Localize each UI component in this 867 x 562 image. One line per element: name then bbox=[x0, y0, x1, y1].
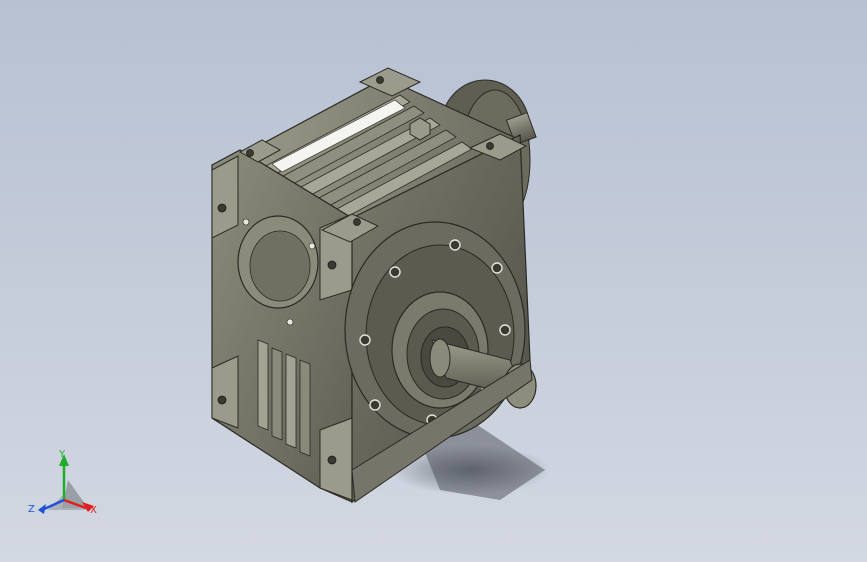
side-round-flange-inner bbox=[249, 230, 311, 302]
z-axis-arrow bbox=[38, 504, 46, 514]
triad-z-label: Z bbox=[28, 504, 35, 515]
graphics-viewport[interactable]: Y Z X bbox=[0, 0, 867, 562]
gear-reducer-model[interactable] bbox=[0, 0, 867, 562]
shaft-body-start bbox=[429, 338, 451, 378]
triad-y-label: Y bbox=[59, 449, 66, 460]
triad-x-label: X bbox=[90, 505, 97, 516]
